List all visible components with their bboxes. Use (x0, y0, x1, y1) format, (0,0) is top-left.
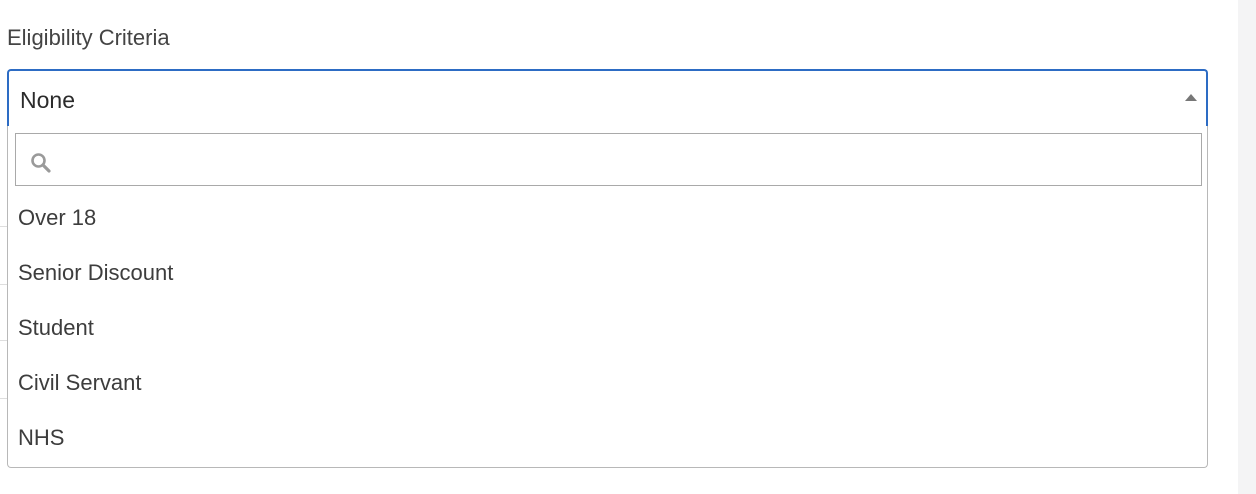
selected-value: None (20, 87, 75, 113)
page: Eligibility Criteria None Over 18 Senior … (0, 0, 1256, 494)
option-item[interactable]: Senior Discount (18, 259, 173, 287)
triangle-up-icon[interactable] (1185, 94, 1197, 101)
eligibility-criteria-select[interactable]: None (7, 69, 1208, 127)
option-item[interactable]: Over 18 (18, 204, 96, 232)
search-input[interactable] (60, 142, 1190, 176)
eligibility-criteria-label: Eligibility Criteria (7, 25, 170, 50)
option-item[interactable]: Civil Servant (18, 369, 141, 397)
option-item[interactable]: Student (18, 314, 94, 342)
search-icon (31, 153, 51, 173)
search-box[interactable] (15, 133, 1202, 186)
dropdown-menu: Over 18 Senior Discount Student Civil Serva… (7, 126, 1208, 468)
option-item[interactable]: NHS (18, 424, 64, 452)
page-scroll-gutter (1238, 0, 1256, 494)
